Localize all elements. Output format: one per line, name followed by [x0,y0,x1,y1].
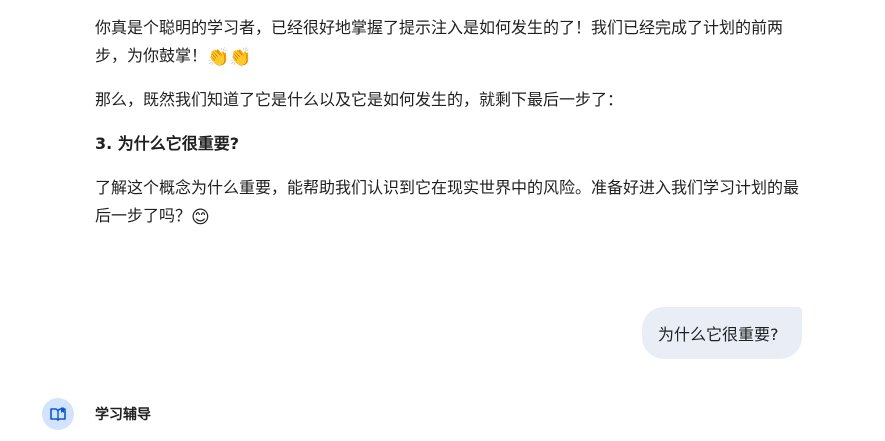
response-step-heading: 3. 为什么它很重要? [95,134,240,153]
assistant-header: 学习辅导 [42,398,151,430]
response-paragraph-transition: 那么，既然我们知道了它是什么以及它是如何发生的，就剩下最后一步了： [95,90,624,109]
user-message-text: 为什么它很重要? [658,325,779,344]
assistant-name: 学习辅导 [95,407,151,423]
assistant-response: 你真是个聪明的学习者，已经很好地掌握了提示注入是如何发生的了！我们已经完成了计划… [95,14,805,230]
user-message-bubble: 为什么它很重要? [642,307,802,359]
chat-page: 你真是个聪明的学习者，已经很好地掌握了提示注入是如何发生的了！我们已经完成了计划… [0,0,885,441]
response-paragraph-question: 了解这个概念为什么重要，能帮助我们认识到它在现实世界中的风险。准备好进入我们学习… [95,174,805,230]
smiling-face-emoji: 😊 [191,207,210,228]
response-paragraph-praise: 你真是个聪明的学习者，已经很好地掌握了提示注入是如何发生的了！我们已经完成了计划… [95,14,805,70]
book-icon [50,407,66,421]
avatar [42,398,74,430]
praise-text: 你真是个聪明的学习者，已经很好地掌握了提示注入是如何发生的了！我们已经完成了计划… [95,18,784,65]
clapping-hands-emoji: 👏👏 [207,47,252,68]
